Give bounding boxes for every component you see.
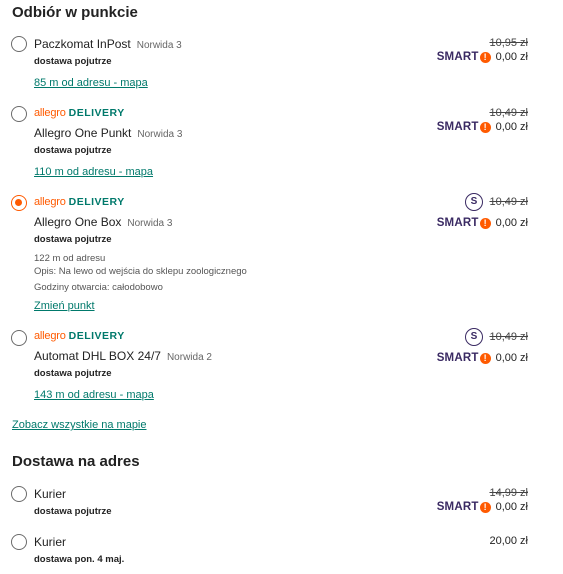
point-description: Opis: Na lewo od wejścia do sklepu zoolo…	[34, 266, 247, 277]
option-name[interactable]: Allegro One Punkt Norwida 3	[34, 126, 182, 140]
smart-label: SMART	[436, 501, 479, 513]
delivery-time: dostawa pojutrze	[34, 234, 112, 245]
new-price: 0,00 zł	[495, 121, 528, 133]
option-address: Norwida 3	[137, 129, 183, 140]
address-delivery-section-title: Dostawa na adres	[12, 453, 140, 470]
option-name-label: Allegro One Punkt	[34, 126, 132, 140]
old-price: 14,99 zł	[489, 487, 528, 499]
delivery-time: dostawa pojutrze	[34, 145, 112, 156]
smart-bolt-icon: !	[479, 352, 491, 364]
radio-allegro-one-punkt[interactable]	[11, 106, 27, 122]
new-price: 0,00 zł	[495, 501, 528, 513]
option-name[interactable]: Paczkomat InPost Norwida 3	[34, 37, 182, 51]
smart-bolt-icon: !	[479, 501, 491, 513]
allegro-delivery-logo: allegro DELIVERY	[34, 107, 125, 119]
smart-bolt-icon: !	[479, 51, 491, 63]
allegro-delivery-logo: allegro DELIVERY	[34, 330, 125, 342]
option-address: Norwida 3	[136, 40, 182, 51]
old-price: 10,49 zł	[489, 331, 528, 343]
smart-price: SMART! 0,00 zł	[437, 51, 528, 63]
smart-label: SMART	[436, 217, 479, 229]
new-price: 0,00 zł	[495, 352, 528, 364]
delivery-time: dostawa pojutrze	[34, 368, 112, 379]
smart-label: SMART	[436, 121, 479, 133]
option-name[interactable]: Kurier	[34, 487, 66, 501]
smart-bolt-icon: !	[479, 121, 491, 133]
delivery-time: dostawa pojutrze	[34, 56, 112, 67]
old-price: 10,49 zł	[489, 196, 528, 208]
old-price: 10,49 zł	[489, 107, 528, 119]
option-address: Norwida 3	[127, 218, 173, 229]
radio-kurier-2[interactable]	[11, 534, 27, 550]
smart-price: SMART! 0,00 zł	[437, 501, 528, 513]
see-all-on-map-link[interactable]: Zobacz wszystkie na mapie	[12, 419, 147, 431]
option-name-label: Allegro One Box	[34, 215, 122, 229]
delivery-time: dostawa pon. 4 maj.	[34, 554, 125, 565]
smart-price: SMART! 0,00 zł	[437, 352, 528, 364]
option-name-label: Paczkomat InPost	[34, 37, 131, 51]
smart-label: SMART	[436, 51, 479, 63]
radio-automat-dhl-box[interactable]	[11, 330, 27, 346]
option-name[interactable]: Kurier	[34, 535, 66, 549]
option-name[interactable]: Automat DHL BOX 24/7 Norwida 2	[34, 349, 212, 363]
option-name[interactable]: Allegro One Box Norwida 3	[34, 215, 172, 229]
old-price: 10,95 zł	[489, 37, 528, 49]
opening-hours: Godziny otwarcia: całodobowo	[34, 282, 163, 293]
delivery-time: dostawa pojutrze	[34, 506, 112, 517]
option-name-label: Automat DHL BOX 24/7	[34, 349, 161, 363]
map-link[interactable]: 110 m od adresu - mapa	[34, 166, 153, 178]
map-link[interactable]: 85 m od adresu - mapa	[34, 77, 148, 89]
radio-kurier-1[interactable]	[11, 486, 27, 502]
smart-price: SMART! 0,00 zł	[437, 217, 528, 229]
radio-allegro-one-box[interactable]	[11, 195, 27, 211]
new-price: 0,00 zł	[495, 217, 528, 229]
pickup-section-title: Odbiór w punkcie	[12, 4, 138, 21]
distance-text: 122 m od adresu	[34, 253, 106, 264]
allegro-delivery-logo: allegro DELIVERY	[34, 196, 125, 208]
option-address: Norwida 2	[166, 352, 212, 363]
map-link[interactable]: 143 m od adresu - mapa	[34, 389, 154, 401]
smart-s-badge-icon: S	[465, 193, 483, 211]
radio-paczkomat-inpost[interactable]	[11, 36, 27, 52]
smart-price: SMART! 0,00 zł	[437, 121, 528, 133]
smart-s-badge-icon: S	[465, 328, 483, 346]
change-point-link[interactable]: Zmień punkt	[34, 300, 95, 312]
price: 20,00 zł	[489, 535, 528, 547]
smart-bolt-icon: !	[479, 217, 491, 229]
smart-label: SMART	[436, 352, 479, 364]
new-price: 0,00 zł	[495, 51, 528, 63]
